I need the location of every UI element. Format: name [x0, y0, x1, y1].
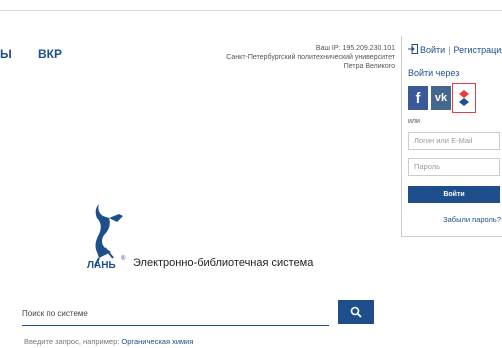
top-divider: [0, 10, 502, 11]
lan-icon: [459, 90, 469, 106]
auth-separator: |: [448, 45, 451, 55]
search-icon: [350, 306, 362, 318]
login-placeholder: Логин или E-Mail: [414, 136, 473, 145]
register-link[interactable]: Регистрация: [454, 45, 502, 55]
nav-item-vkr[interactable]: ВКР: [38, 47, 62, 61]
login-enter-icon: [408, 44, 418, 54]
search-hint-example-link[interactable]: Органическая химия: [121, 337, 193, 346]
or-label: или: [408, 118, 420, 125]
vk-icon: vk: [434, 92, 448, 104]
forgot-password-link[interactable]: Забыли пароль?: [443, 215, 501, 224]
ip-info: Ваш IP: 195.209.230.101 Санкт-Петербургс…: [190, 44, 395, 71]
org-line-2: Петра Великого: [343, 63, 395, 70]
login-panel: Войти | Регистрация Войти через f vk или Л…: [401, 36, 502, 237]
system-title: Электронно-библиотечная система: [133, 257, 314, 269]
search-input[interactable]: Поиск по системе: [22, 305, 329, 326]
auth-links: Войти | Регистрация: [408, 44, 502, 55]
login-submit-button[interactable]: Войти: [408, 186, 500, 203]
lan-logo: ЛАНЬ ®: [87, 204, 126, 270]
ip-line: Ваш IP: 195.209.230.101: [315, 45, 395, 52]
facebook-icon: f: [415, 89, 421, 107]
search-hint: Введите запрос, например: Органическая х…: [24, 337, 193, 346]
login-link[interactable]: Войти: [420, 45, 445, 55]
facebook-login-button[interactable]: f: [408, 86, 428, 110]
nav-item-partial[interactable]: Ы: [0, 47, 12, 61]
svg-text:®: ®: [121, 255, 126, 262]
lan-logo-text: ЛАНЬ: [87, 260, 116, 270]
search-button[interactable]: [338, 300, 374, 324]
password-placeholder: Пароль: [414, 162, 441, 171]
vk-login-button[interactable]: vk: [431, 86, 451, 110]
password-field[interactable]: Пароль: [408, 158, 500, 176]
search-placeholder: Поиск по системе: [22, 309, 88, 318]
org-line-1: Санкт-Петербургский политехнический унив…: [226, 54, 395, 61]
search-hint-prefix: Введите запрос, например:: [24, 337, 122, 346]
login-field[interactable]: Логин или E-Mail: [408, 132, 500, 150]
login-via-label: Войти через: [408, 68, 460, 78]
lan-login-button[interactable]: [452, 83, 476, 113]
